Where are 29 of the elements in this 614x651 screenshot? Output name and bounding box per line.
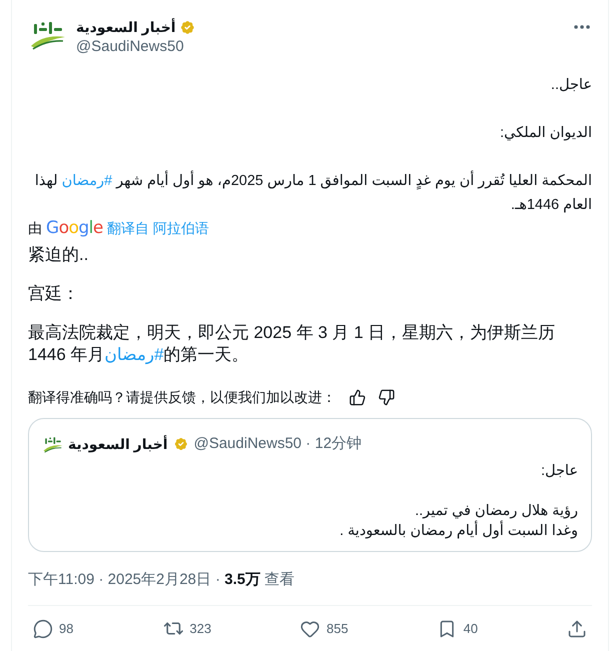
google-logo: Google [46,218,103,238]
tweet-text: الديوان الملكي: [498,124,592,143]
author-name[interactable]: أخبار السعودية [76,17,176,37]
tweet-text: المحكمة العليا تُقرر أن يوم غدٍ السبت الموافق 1 مارس 2025م، هو أول أيام شهر #رمضان لهذا العام 1446هـ. [28,169,592,217]
thumbs-up-button[interactable] [348,388,366,406]
feedback-prompt: 翻译得准确吗？请提供反馈，以便我们加以改进： [28,388,336,407]
tweet-text: عاجل.. [550,76,592,95]
translated-text: 紧迫的.. [28,244,90,266]
avatar-logo[interactable] [30,20,66,50]
speech-bubble-icon [33,618,53,638]
tweet-timestamp: 下午11:09 · 2025年2月28日 · 3.5万 查看 [28,570,296,590]
share-icon [566,618,587,638]
thumbs-down-button[interactable] [377,388,395,406]
quoted-text: رؤية هلال رمضان في تمير.. وغدا السبت أول أيام رمضان بالسعودية . [338,502,578,541]
heart-icon [300,618,320,638]
bookmark-button[interactable]: 40 [437,618,478,640]
translated-text: 宫廷： [28,283,80,305]
author-handle[interactable]: @SaudiNews50 [76,37,196,57]
comment-button[interactable]: 98 [33,618,74,640]
more-options-icon [574,25,590,29]
thumbs-up-icon [348,388,366,406]
author-name[interactable]: أخبار السعودية [68,434,168,454]
like-button[interactable]: 855 [300,618,348,640]
repost-button[interactable]: 323 [162,618,212,640]
avatar-logo[interactable] [43,436,63,452]
thumbs-down-icon [378,388,394,406]
translated-by-label: 由 [28,219,42,238]
author-byline: @SaudiNews50 · 12分钟 [194,434,362,454]
quoted-text: عاجل: [540,462,578,481]
